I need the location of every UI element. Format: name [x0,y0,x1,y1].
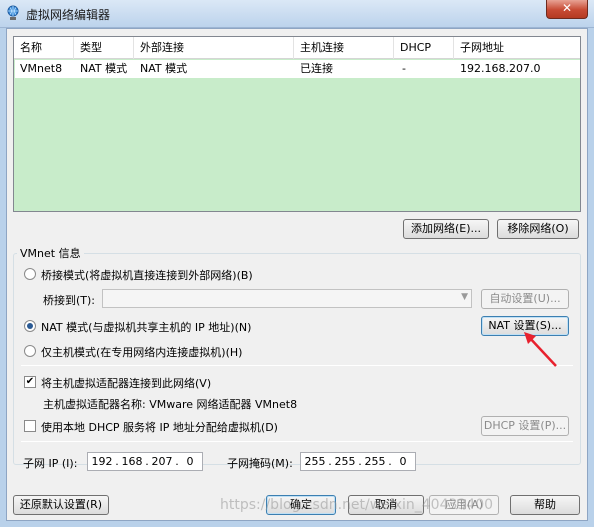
subnet-ip-label: 子网 IP (I): [23,457,78,470]
table-row[interactable]: VMnet8 NAT 模式 NAT 模式 已连接 - 192.168.207.0 [15,60,580,78]
cell-dhcp: - [402,62,406,75]
restore-defaults-button[interactable]: 还原默认设置(R) [13,495,109,515]
nat-radio[interactable] [24,320,36,332]
column-header-type[interactable]: 类型 [74,37,134,59]
connect-adapter-checkbox[interactable]: ✔ [24,376,36,388]
use-dhcp-label[interactable]: 使用本地 DHCP 服务将 IP 地址分配给虚拟机(D) [41,419,278,435]
dhcp-settings-button[interactable]: DHCP 设置(P)... [481,416,569,436]
help-button[interactable]: 帮助 [510,495,580,515]
cell-host: 已连接 [300,62,333,75]
subnet-ip-input[interactable]: 192 . 168 . 207 . 0 [87,452,203,471]
dialog-client: 名称 类型 外部连接 主机连接 DHCP 子网地址 VMnet8 NAT 模式 … [6,28,588,521]
network-list[interactable]: 名称 类型 外部连接 主机连接 DHCP 子网地址 VMnet8 NAT 模式 … [13,36,581,212]
nat-label[interactable]: NAT 模式(与虚拟机共享主机的 IP 地址)(N) [41,319,251,335]
cell-subnet: 192.168.207.0 [460,62,541,75]
subnet-mask-octet-3[interactable]: 255 [363,453,387,470]
column-header-subnet[interactable]: 子网地址 [454,37,580,59]
subnet-mask-label: 子网掩码(M): [227,457,293,470]
window-title: 虚拟网络编辑器 [26,8,111,22]
subnet-ip-octet-4[interactable]: 0 [180,453,200,470]
subnet-mask-octet-1[interactable]: 255 [303,453,327,470]
use-dhcp-checkbox[interactable] [24,420,36,432]
title-bar: 虚拟网络编辑器 ✕ [0,0,594,28]
column-header-external[interactable]: 外部连接 [134,37,294,59]
auto-settings-button[interactable]: 自动设置(U)... [481,289,569,309]
network-globe-icon [7,5,19,20]
column-header-name[interactable]: 名称 [14,37,74,59]
bridged-label[interactable]: 桥接模式(将虚拟机直接连接到外部网络)(B) [41,267,253,283]
subnet-mask-octet-2[interactable]: 255 [333,453,357,470]
watermark-text: https://blog.csdn.net/weixin_40433400 [220,497,494,513]
bridged-radio[interactable] [24,268,36,280]
hostonly-label[interactable]: 仅主机模式(在专用网络内连接虚拟机)(H) [41,344,242,360]
network-list-header: 名称 类型 外部连接 主机连接 DHCP 子网地址 [14,37,580,59]
close-button[interactable]: ✕ [546,0,588,19]
subnet-mask-octet-4[interactable]: 0 [393,453,413,470]
remove-network-button[interactable]: 移除网络(O) [497,219,579,239]
column-header-host[interactable]: 主机连接 [294,37,394,59]
add-network-button[interactable]: 添加网络(E)... [403,219,489,239]
subnet-ip-octet-2[interactable]: 168 [120,453,144,470]
bridged-to-label: 桥接到(T): [43,294,96,307]
divider [21,365,573,366]
dropdown-arrow-icon: ▼ [461,292,468,302]
adapter-name-label: 主机虚拟适配器名称: VMware 网络适配器 VMnet8 [43,398,298,411]
column-header-dhcp[interactable]: DHCP [394,37,454,59]
bridged-to-select[interactable]: ▼ [102,289,472,308]
cell-external: NAT 模式 [140,62,188,75]
cell-type: NAT 模式 [80,62,128,75]
hostonly-radio[interactable] [24,345,36,357]
divider [21,441,573,442]
subnet-mask-input[interactable]: 255 . 255 . 255 . 0 [300,452,416,471]
vmnet-info-title: VMnet 信息 [17,245,84,261]
connect-adapter-label[interactable]: 将主机虚拟适配器连接到此网络(V) [41,375,211,391]
annotation-arrow-icon [524,332,557,367]
subnet-ip-octet-3[interactable]: 207 [150,453,174,470]
cell-name: VMnet8 [20,62,63,75]
subnet-ip-octet-1[interactable]: 192 [90,453,114,470]
